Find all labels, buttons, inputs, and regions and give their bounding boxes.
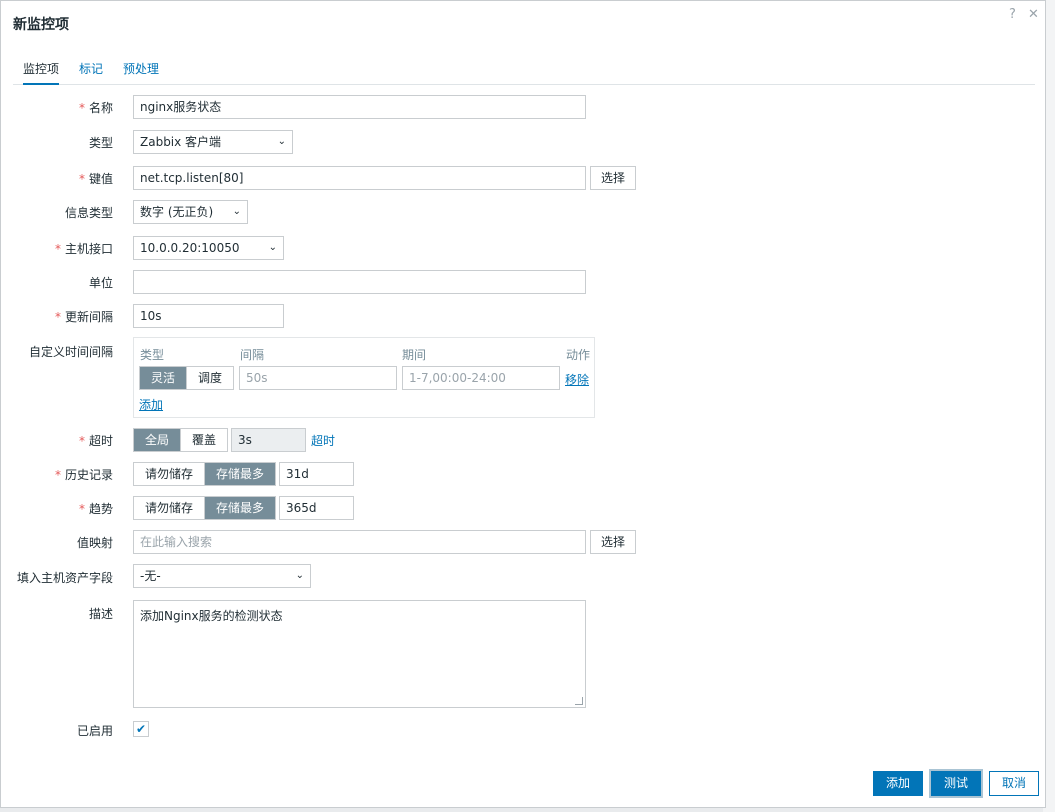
history-toggle: 请勿储存 存储最多 [133, 462, 277, 486]
name-label: * 名称 [78, 101, 113, 115]
add-interval-link[interactable]: 添加 [139, 396, 163, 413]
timeout-label: * 超时 [78, 434, 113, 448]
history-input[interactable]: 31d [279, 462, 354, 486]
new-item-dialog: 新监控项 ? ✕ 监控项 标记 预处理 * 名称 nginx服务状态 类型 Zab… [0, 0, 1046, 808]
key-label: * 键值 [78, 172, 113, 186]
value-map-label: 值映射 [76, 536, 113, 550]
host-interface-select[interactable]: 10.0.0.20:10050 ⌄ [133, 236, 284, 260]
timeout-global-option[interactable]: 全局 [134, 429, 181, 451]
trends-input[interactable]: 365d [279, 496, 354, 520]
test-button[interactable]: 测试 [928, 769, 984, 798]
units-input[interactable] [133, 270, 586, 294]
col-action-header: 动作 [566, 348, 591, 362]
close-icon[interactable]: ✕ [1028, 7, 1039, 22]
update-interval-input[interactable]: 10s [133, 304, 284, 328]
name-input[interactable]: nginx服务状态 [133, 95, 586, 119]
dialog-title: 新监控项 [13, 17, 69, 33]
interval-input[interactable]: 50s [239, 366, 397, 390]
timeout-link[interactable]: 超时 [311, 432, 335, 449]
tab-tags[interactable]: 标记 [79, 60, 103, 83]
chevron-down-icon: ⌄ [268, 242, 277, 253]
timeout-input: 3s [231, 428, 306, 452]
update-interval-label: * 更新间隔 [54, 310, 113, 324]
col-period-header: 期间 [402, 348, 427, 362]
enabled-label: 已启用 [76, 724, 113, 738]
description-textarea[interactable]: 添加Nginx服务的检测状态 [133, 600, 586, 708]
col-interval-header: 间隔 [240, 348, 265, 362]
trends-store-up-to-option[interactable]: 存储最多 [204, 497, 276, 519]
info-type-select[interactable]: 数字 (无正负) ⌄ [133, 200, 248, 224]
add-button[interactable]: 添加 [873, 771, 924, 796]
trends-toggle: 请勿储存 存储最多 [133, 496, 277, 520]
help-icon[interactable]: ? [1009, 7, 1016, 22]
timeout-override-option[interactable]: 覆盖 [180, 429, 228, 451]
tab-item[interactable]: 监控项 [23, 60, 60, 85]
trends-do-not-store-option[interactable]: 请勿储存 [134, 497, 205, 519]
tab-bar: 监控项 标记 预处理 [13, 59, 1035, 85]
timeout-toggle: 全局 覆盖 [133, 428, 229, 452]
custom-intervals-table: 类型 间隔 期间 动作 灵活 调度 50s 1-7,00:00-24:00 移除… [133, 337, 595, 418]
type-label: 类型 [88, 136, 113, 150]
history-store-up-to-option[interactable]: 存储最多 [204, 463, 276, 485]
value-map-input[interactable]: 在此输入搜索 [133, 530, 586, 554]
tab-preprocessing[interactable]: 预处理 [123, 60, 159, 83]
period-input[interactable]: 1-7,00:00-24:00 [402, 366, 560, 390]
custom-intervals-label: 自定义时间间隔 [28, 345, 113, 359]
units-label: 单位 [88, 276, 113, 290]
history-do-not-store-option[interactable]: 请勿储存 [134, 463, 205, 485]
key-select-button[interactable]: 选择 [590, 166, 637, 190]
remove-link[interactable]: 移除 [565, 371, 589, 388]
value-map-select-button[interactable]: 选择 [590, 530, 637, 554]
mode-scheduling-option[interactable]: 调度 [186, 367, 234, 389]
chevron-down-icon: ⌄ [295, 570, 304, 581]
inventory-field-select[interactable]: -无- ⌄ [133, 564, 311, 588]
resize-handle[interactable] [575, 697, 583, 705]
chevron-down-icon: ⌄ [277, 136, 286, 147]
cancel-button[interactable]: 取消 [989, 771, 1040, 796]
mode-flexible-option[interactable]: 灵活 [140, 367, 187, 389]
col-type-header: 类型 [140, 348, 165, 362]
host-interface-label: * 主机接口 [54, 242, 113, 256]
type-select[interactable]: Zabbix 客户端 ⌄ [133, 130, 293, 154]
chevron-down-icon: ⌄ [232, 206, 241, 217]
trends-label: * 趋势 [78, 502, 113, 516]
interval-mode-toggle: 灵活 调度 [139, 366, 235, 390]
history-label: * 历史记录 [54, 468, 113, 482]
info-type-label: 信息类型 [64, 206, 113, 220]
required-mark: * [78, 101, 85, 115]
key-input[interactable]: net.tcp.listen[80] [133, 166, 586, 190]
description-label: 描述 [88, 607, 113, 621]
enabled-checkbox[interactable]: ✔ [133, 721, 149, 737]
inventory-field-label: 填入主机资产字段 [16, 571, 113, 585]
